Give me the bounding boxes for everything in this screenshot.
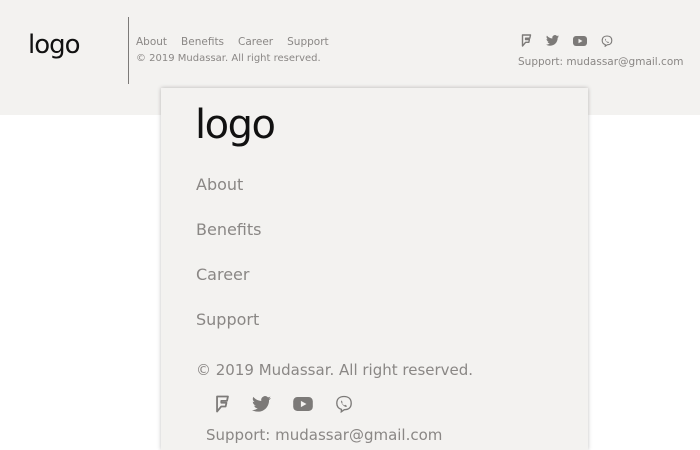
youtube-icon[interactable]	[293, 395, 313, 413]
twitter-icon[interactable]	[252, 395, 271, 413]
viber-icon[interactable]	[601, 34, 613, 47]
copyright-text: © 2019 Mudassar. All right reserved.	[136, 53, 321, 64]
youtube-icon[interactable]	[573, 34, 587, 47]
panel-nav-item: About	[196, 175, 262, 220]
panel-nav-link-career[interactable]: Career	[196, 265, 249, 284]
panel-nav-item: Benefits	[196, 220, 262, 265]
mobile-footer-panel: logo About Benefits Career Support © 201…	[161, 88, 588, 450]
viber-icon[interactable]	[335, 395, 353, 413]
panel-nav-link-benefits[interactable]: Benefits	[196, 220, 262, 239]
vertical-divider	[128, 17, 129, 84]
logo[interactable]: logo	[28, 30, 81, 60]
panel-nav-item: Support	[196, 310, 262, 355]
panel-support-email[interactable]: Support: mudassar@gmail.com	[206, 426, 442, 444]
panel-logo[interactable]: logo	[195, 102, 276, 148]
social-links	[521, 34, 613, 47]
nav-link-support[interactable]: Support	[287, 36, 329, 48]
top-nav: About Benefits Career Support	[136, 36, 329, 48]
nav-link-career[interactable]: Career	[238, 36, 273, 48]
panel-nav-link-about[interactable]: About	[196, 175, 243, 194]
panel-nav-item: Career	[196, 265, 262, 310]
panel-copyright-text: © 2019 Mudassar. All right reserved.	[196, 361, 474, 379]
foursquare-icon[interactable]	[215, 395, 230, 413]
nav-link-benefits[interactable]: Benefits	[181, 36, 224, 48]
support-email[interactable]: Support: mudassar@gmail.com	[518, 56, 683, 68]
foursquare-icon[interactable]	[521, 34, 532, 47]
panel-social-links	[215, 395, 353, 413]
twitter-icon[interactable]	[546, 34, 559, 47]
panel-nav-link-support[interactable]: Support	[196, 310, 259, 329]
nav-link-about[interactable]: About	[136, 36, 167, 48]
panel-nav: About Benefits Career Support	[196, 175, 262, 355]
